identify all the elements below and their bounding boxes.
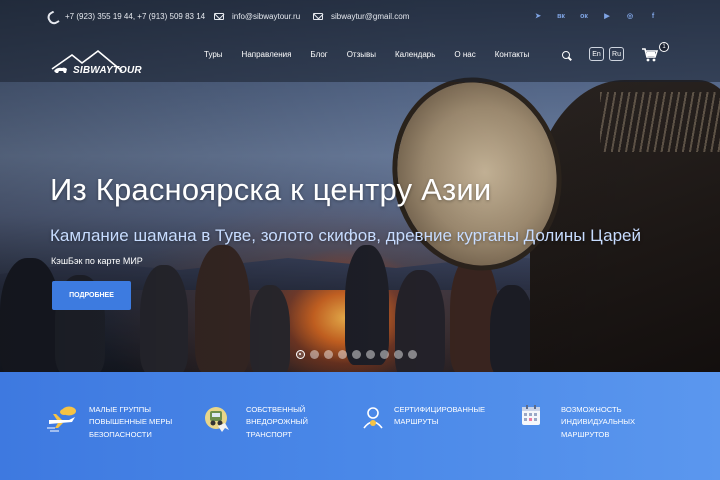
slider-dot[interactable]	[408, 350, 417, 359]
top-contact-bar: +7 (923) 355 19 44, +7 (913) 509 83 14 i…	[0, 0, 720, 34]
feature-text: Сертифицированные маршруты	[394, 405, 486, 427]
nav-menu: Туры Направления Блог Отзывы Календарь О…	[204, 50, 529, 59]
telegram-icon[interactable]: ➤	[533, 11, 543, 21]
slider-dot[interactable]	[324, 350, 333, 359]
hero-title: Из Красноярска к центру Азии	[50, 172, 492, 207]
main-navbar: SIBWAYTOUR Туры Направления Блог Отзывы …	[0, 34, 720, 82]
vk-icon[interactable]: вк	[556, 11, 566, 21]
site-logo[interactable]: SIBWAYTOUR	[50, 49, 150, 77]
calendar-icon	[519, 404, 551, 434]
feature-item: Возможность индивидуальных маршрутов	[519, 404, 661, 441]
features-strip: Малые группы повышенные меры безопасност…	[0, 372, 720, 480]
email-contact-1[interactable]: info@sibwaytour.ru	[214, 12, 300, 21]
odnoklassniki-icon[interactable]: ок	[579, 11, 589, 21]
mail-icon	[313, 13, 323, 20]
hero-cashback-note: КэшБэк по карте МИР	[51, 256, 143, 266]
slider-dot[interactable]	[394, 350, 403, 359]
slider-dot[interactable]	[380, 350, 389, 359]
email-link-1[interactable]: info@sibwaytour.ru	[232, 12, 300, 21]
feature-item: Малые группы повышенные меры безопасност…	[47, 404, 189, 441]
phone-numbers[interactable]: +7 (923) 355 19 44, +7 (913) 509 83 14	[65, 12, 205, 21]
phone-contact[interactable]: +7 (923) 355 19 44, +7 (913) 509 83 14	[47, 12, 205, 21]
slider-dot[interactable]	[296, 350, 305, 359]
nav-item-about[interactable]: О нас	[454, 50, 475, 59]
nav-item-directions[interactable]: Направления	[242, 50, 292, 59]
feature-text: Собственный внедорожный транспорт	[246, 405, 308, 439]
cart-count-badge: 1	[659, 42, 669, 52]
nav-item-contacts[interactable]: Контакты	[495, 50, 530, 59]
nav-item-blog[interactable]: Блог	[310, 50, 327, 59]
nav-item-tours[interactable]: Туры	[204, 50, 223, 59]
slider-dot[interactable]	[310, 350, 319, 359]
more-details-button[interactable]: ПОДРОБНЕЕ	[52, 281, 131, 310]
hero-subtitle: Камлание шамана в Туве, золото скифов, д…	[50, 226, 641, 245]
instagram-icon[interactable]: ◎	[625, 11, 635, 21]
phone-icon	[47, 12, 57, 21]
slider-dot[interactable]	[352, 350, 361, 359]
search-icon[interactable]	[562, 51, 570, 59]
email-contact-2[interactable]: sibwaytur@gmail.com	[313, 12, 409, 21]
facebook-icon[interactable]: f	[648, 11, 658, 21]
social-links: ➤ вк ок ▶ ◎ f	[533, 11, 658, 21]
email-link-2[interactable]: sibwaytur@gmail.com	[331, 12, 409, 21]
slider-dot[interactable]	[338, 350, 347, 359]
cart-icon[interactable]	[642, 48, 659, 62]
lang-en-button[interactable]: En	[589, 47, 604, 61]
feature-item: Сертифицированные маршруты	[362, 404, 504, 434]
plane-cloud-icon	[47, 404, 79, 434]
slider-pagination	[296, 350, 417, 359]
logo-text: SIBWAYTOUR	[73, 65, 142, 76]
nav-item-calendar[interactable]: Календарь	[395, 50, 435, 59]
nav-item-reviews[interactable]: Отзывы	[347, 50, 376, 59]
feature-item: Собственный внедорожный транспорт	[204, 404, 346, 441]
youtube-icon[interactable]: ▶	[602, 11, 612, 21]
feature-text: Малые группы повышенные меры безопасност…	[89, 405, 173, 439]
lang-ru-button[interactable]: Ru	[609, 47, 624, 61]
mail-icon	[214, 13, 224, 20]
jeep-icon	[204, 404, 236, 434]
certified-guide-icon	[362, 404, 384, 434]
feature-text: Возможность индивидуальных маршрутов	[561, 405, 636, 439]
slider-dot[interactable]	[366, 350, 375, 359]
